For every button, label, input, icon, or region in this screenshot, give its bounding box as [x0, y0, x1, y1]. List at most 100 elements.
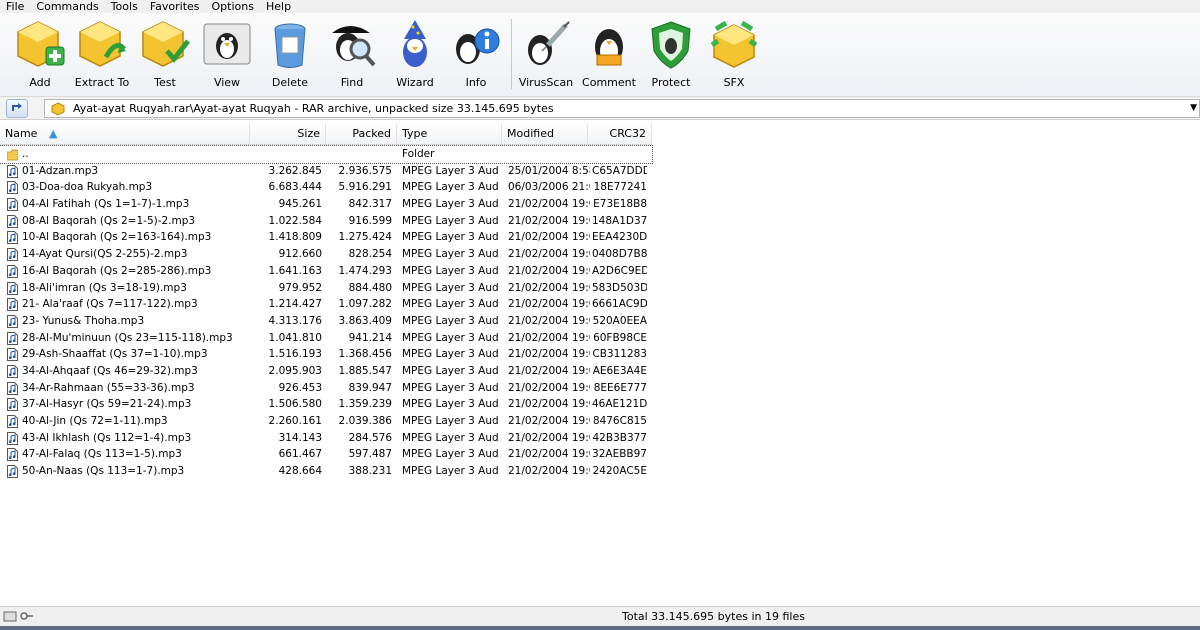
add-label: Add — [29, 76, 51, 89]
comment-button[interactable]: Comment — [577, 15, 641, 93]
virusscan-icon — [528, 21, 570, 65]
up-one-level-button[interactable] — [6, 99, 28, 118]
file-row[interactable]: 08-Al Baqorah (Qs 2=1-5)-2.mp3 1.022.584 9… — [0, 213, 652, 230]
parent-folder-row[interactable]: .. Folder — [0, 145, 653, 164]
file-crc: 60FB98CE — [593, 331, 647, 344]
file-size: 3.262.845 — [268, 164, 322, 177]
address-field[interactable]: Ayat-ayat Ruqyah.rar\Ayat-ayat Ruqyah - … — [44, 99, 1200, 118]
file-modified: 21/02/2004 19:06 — [508, 364, 590, 377]
menu-file[interactable]: File — [0, 0, 30, 13]
file-type: MPEG Layer 3 Aud... — [402, 348, 498, 361]
audio-file-icon — [7, 264, 18, 278]
file-size: 1.641.163 — [268, 264, 322, 277]
find-button[interactable]: Find — [320, 15, 384, 93]
drive-icon[interactable] — [3, 609, 17, 623]
file-type: MPEG Layer 3 Aud... — [402, 181, 498, 194]
file-size: 1.506.580 — [268, 398, 322, 411]
find-label: Find — [340, 76, 364, 89]
column-packed-header[interactable]: Packed — [326, 124, 397, 144]
file-size: 1.022.584 — [268, 214, 322, 227]
file-row[interactable]: 37-Al-Hasyr (Qs 59=21-24).mp3 1.506.580 1.… — [0, 396, 652, 413]
file-type: MPEG Layer 3 Aud... — [402, 448, 498, 461]
file-row[interactable]: 04-Al Fatihah (Qs 1=1-7)-1.mp3 945.261 842… — [0, 196, 652, 213]
file-type: MPEG Layer 3 Aud... — [402, 164, 498, 177]
file-type: MPEG Layer 3 Aud... — [402, 198, 498, 211]
file-packed: 1.368.456 — [338, 348, 392, 361]
file-row[interactable]: 21- Ala'raaf (Qs 7=117-122).mp3 1.214.427… — [0, 296, 652, 313]
file-crc: E73E18B8 — [593, 198, 647, 211]
key-icon[interactable] — [20, 609, 34, 623]
menu-tools[interactable]: Tools — [105, 0, 144, 13]
extract-to-button[interactable]: Extract To — [70, 15, 134, 93]
audio-file-icon — [7, 248, 18, 262]
file-row[interactable]: 47-Al-Falaq (Qs 113=1-5).mp3 661.467 597.4… — [0, 446, 652, 463]
file-modified: 21/02/2004 19:06 — [508, 381, 590, 394]
file-modified: 21/02/2004 19:06 — [508, 281, 590, 294]
file-row[interactable]: 34-Ar-Rahmaan (55=33-36).mp3 926.453 839.9… — [0, 380, 652, 397]
menu-bar: File Commands Tools Favorites Options He… — [0, 0, 1200, 13]
file-name: 18-Ali'imran (Qs 3=18-19).mp3 — [22, 281, 187, 294]
column-name-header[interactable]: Name ▲ — [0, 124, 250, 144]
archive-icon — [51, 101, 65, 116]
file-type: MPEG Layer 3 Aud... — [402, 331, 498, 344]
file-crc: 18E77241 — [593, 181, 647, 194]
virusscan-button[interactable]: VirusScan — [514, 15, 578, 93]
file-type: MPEG Layer 3 Aud... — [402, 298, 498, 311]
delete-button[interactable]: Delete — [258, 15, 322, 93]
file-packed: 597.487 — [348, 448, 392, 461]
file-row[interactable]: 40-Al-Jin (Qs 72=1-11).mp3 2.260.161 2.039… — [0, 413, 652, 430]
comment-icon — [595, 29, 623, 66]
file-packed: 842.317 — [348, 198, 392, 211]
file-modified: 21/02/2004 19:06 — [508, 415, 590, 427]
file-crc: 46AE121D — [592, 398, 647, 411]
file-crc: 148A1D37 — [592, 214, 647, 227]
up-arrow-icon — [12, 103, 22, 111]
file-row[interactable]: 34-Al-Ahqaaf (Qs 46=29-32).mp3 2.095.903 1… — [0, 363, 652, 380]
column-modified-header[interactable]: Modified — [502, 124, 588, 144]
file-row[interactable]: 28-Al-Mu'minuun (Qs 23=115-118).mp3 1.041… — [0, 330, 652, 347]
info-button[interactable]: Info — [444, 15, 508, 93]
file-row[interactable]: 23- Yunus& Thoha.mp3 4.313.176 3.863.409 MP… — [0, 313, 652, 330]
test-button[interactable]: Test — [133, 15, 197, 93]
file-packed: 1.275.424 — [338, 231, 392, 244]
file-type: MPEG Layer 3 Aud... — [402, 398, 498, 411]
file-crc: 2420AC5E — [592, 465, 647, 478]
file-name: 29-Ash-Shaaffat (Qs 37=1-10).mp3 — [22, 348, 208, 361]
menu-favorites[interactable]: Favorites — [144, 0, 206, 13]
test-icon — [142, 21, 190, 67]
column-size-header[interactable]: Size — [250, 124, 326, 144]
file-row[interactable]: 43-Al Ikhlash (Qs 112=1-4).mp3 314.143 284… — [0, 430, 652, 447]
taskbar — [0, 626, 1200, 630]
file-row[interactable]: 50-An-Naas (Qs 113=1-7).mp3 428.664 388.23… — [0, 463, 652, 480]
file-packed: 941.214 — [348, 331, 392, 344]
sfx-button[interactable]: SFX — [702, 15, 766, 93]
address-dropdown-icon[interactable]: ▼ — [1190, 103, 1197, 113]
audio-file-icon — [7, 381, 18, 395]
wizard-button[interactable]: Wizard — [383, 15, 447, 93]
file-row[interactable]: 14-Ayat Qursi(QS 2-255)-2.mp3 912.660 828.… — [0, 246, 652, 263]
file-name: 14-Ayat Qursi(QS 2-255)-2.mp3 — [22, 248, 188, 261]
menu-commands[interactable]: Commands — [30, 0, 104, 13]
file-packed: 1.359.239 — [338, 398, 392, 411]
file-row[interactable]: 18-Ali'imran (Qs 3=18-19).mp3 979.952 884.… — [0, 280, 652, 297]
menu-options[interactable]: Options — [206, 0, 260, 13]
file-size: 4.313.176 — [268, 314, 322, 327]
column-type-header[interactable]: Type — [397, 124, 502, 144]
file-row[interactable]: 16-Al Baqorah (Qs 2=285-286).mp3 1.641.16… — [0, 263, 652, 280]
file-packed: 884.480 — [348, 281, 392, 294]
file-row[interactable]: 03-Doa-doa Rukyah.mp3 6.683.444 5.916.291 M… — [0, 179, 652, 196]
file-row[interactable]: 01-Adzan.mp3 3.262.845 2.936.575 MPEG Layer… — [0, 163, 652, 180]
file-row[interactable]: 10-Al Baqorah (Qs 2=163-164).mp3 1.418.80… — [0, 229, 652, 246]
file-modified: 21/02/2004 19:06 — [508, 431, 590, 444]
protect-button[interactable]: Protect — [639, 15, 703, 93]
file-packed: 1.097.282 — [338, 298, 392, 311]
file-row[interactable]: 29-Ash-Shaaffat (Qs 37=1-10).mp3 1.516.19… — [0, 346, 652, 363]
list-header: Name ▲ Size Packed Type Modified CRC32 — [0, 124, 652, 145]
file-crc: 8EE6E777 — [593, 381, 647, 394]
view-button[interactable]: View — [195, 15, 259, 93]
file-size: 2.260.161 — [268, 415, 322, 427]
file-name: 47-Al-Falaq (Qs 113=1-5).mp3 — [22, 448, 182, 461]
menu-help[interactable]: Help — [260, 0, 297, 13]
column-crc-header[interactable]: CRC32 — [588, 124, 652, 144]
add-button[interactable]: Add — [8, 15, 72, 93]
